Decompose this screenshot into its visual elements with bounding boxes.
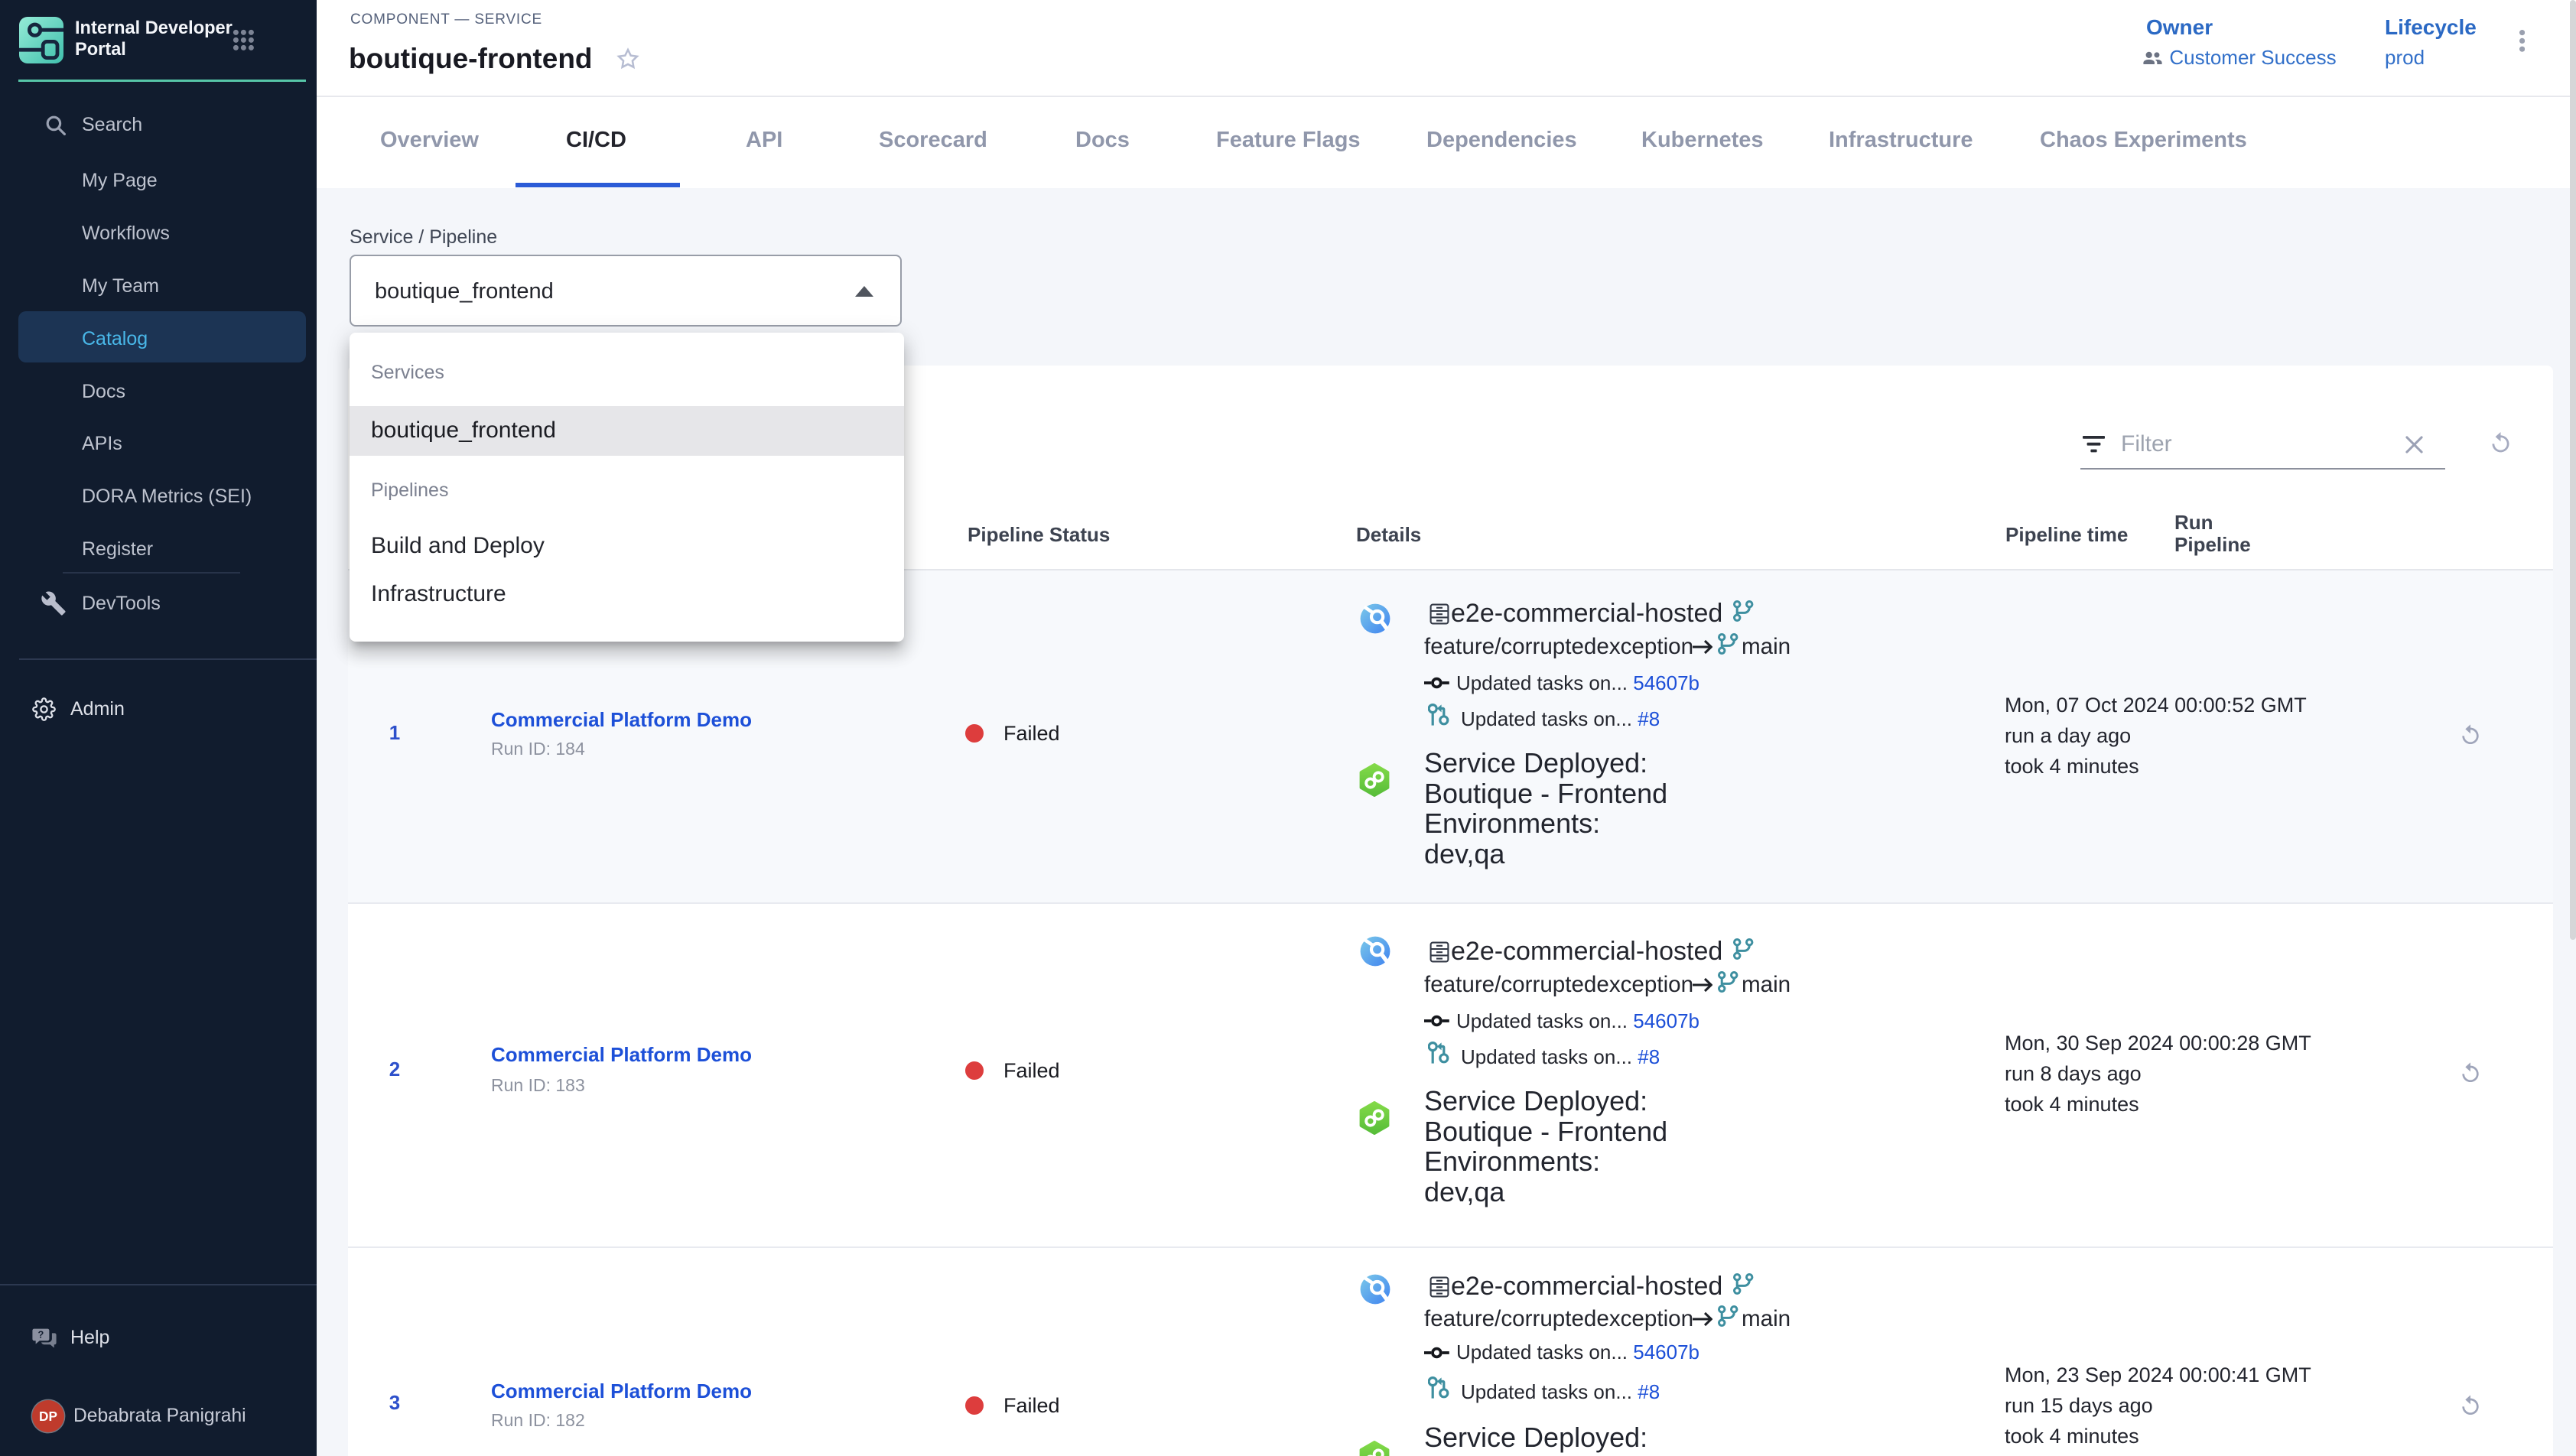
svg-text:?: ? xyxy=(38,1328,44,1340)
